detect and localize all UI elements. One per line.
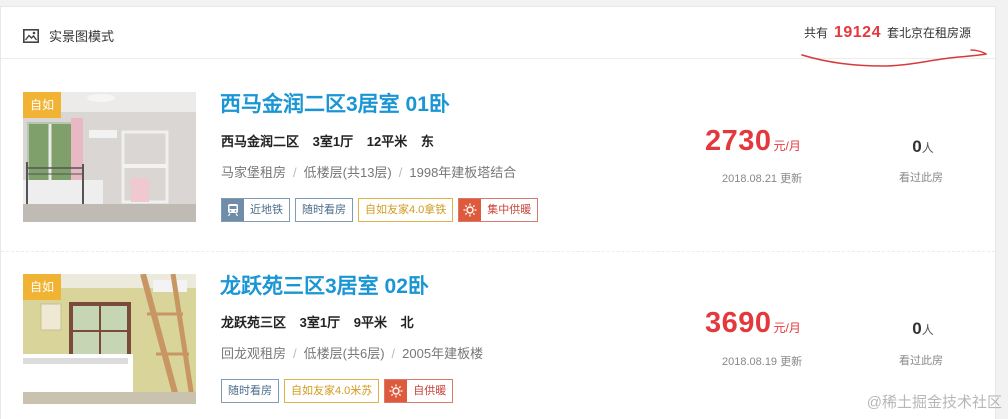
room-layout: 3室1厅 [299,315,341,330]
viewer-count: 0人 [897,137,949,157]
info-separator: / [293,165,297,180]
price-amount: 2730 [705,125,772,157]
viewer-label: 看过此房 [899,172,943,184]
sun-heating-icon [459,199,482,221]
tag-heating: 自供暖 [384,379,454,403]
info-separator: / [293,346,297,361]
district-link[interactable]: 回龙观租房 [221,346,286,361]
price-unit: 元/月 [773,139,801,153]
viewer-number: 0 [912,319,922,338]
price-unit: 元/月 [773,321,801,335]
total-suffix: 套北京在租房源 [886,26,971,40]
photo-mode-toggle[interactable]: 实景图模式 [23,26,114,45]
tag-ziroom-version: 自如友家4.0米苏 [284,379,380,403]
red-underline-annotation [801,49,987,67]
ziroom-badge: 自如 [23,92,61,118]
info-separator: / [398,165,403,180]
update-date: 2018.08.21 更新 [722,173,803,185]
viewer-number: 0 [912,137,922,156]
room-layout: 3室1厅 [312,134,354,149]
listing-panel: 实景图模式 共有 19124 套北京在租房源 自如 西马金润二区3居室 01卧 … [0,6,996,419]
ziroom-badge: 自如 [23,274,61,300]
listing-info: 马家堡租房 / 低楼层(共13层) / 1998年建板塔结合 [221,162,516,181]
district-link[interactable]: 马家堡租房 [221,165,286,180]
sun-heating-icon [385,380,408,402]
tag-near-subway: 近地铁 [221,198,290,222]
viewer-label: 看过此房 [899,355,943,367]
listing-photo[interactable]: 自如 [23,92,196,222]
info-separator: / [391,346,396,361]
rent-price: 2730 元/月 [705,125,801,158]
listing-info: 回龙观租房 / 低楼层(共6层) / 2005年建板楼 [221,343,483,362]
listing-specs: 西马金润二区 3室1厅 12平米 东 [221,131,444,150]
total-listings: 共有 19124 套北京在租房源 [804,24,971,42]
room-area: 12平米 [366,134,408,149]
tag-label: 随时看房 [228,385,272,397]
tag-view-anytime: 随时看房 [221,379,279,403]
tag-heating: 集中供暖 [458,198,539,222]
tag-view-anytime: 随时看房 [295,198,353,222]
feature-tags: 近地铁 随时看房 自如友家4.0拿铁 集中供暖 [221,198,539,222]
rent-price: 3690 元/月 [705,307,801,340]
tag-label: 自如友家4.0米苏 [291,385,373,397]
viewer-count: 0人 [897,319,949,339]
update-date: 2018.08.19 更新 [722,356,803,368]
viewer-unit: 人 [921,323,934,337]
tag-label: 近地铁 [250,204,283,216]
subway-icon [222,199,244,221]
room-orientation: 东 [420,134,434,149]
room-orientation: 北 [400,315,414,330]
tag-label: 集中供暖 [487,204,532,216]
floor-info: 低楼层(共13层) [303,165,392,180]
site-watermark: @稀土掘金技术社区 [866,394,1002,411]
tag-label: 自供暖 [413,385,447,397]
tag-label: 随时看房 [302,204,346,216]
tag-ziroom-version: 自如友家4.0拿铁 [358,198,454,222]
floor-info: 低楼层(共6层) [303,346,385,361]
tag-label: 自如友家4.0拿铁 [365,204,447,216]
viewer-unit: 人 [921,141,934,155]
community-name: 龙跃苑三区 [221,315,287,330]
listing-specs: 龙跃苑三区 3室1厅 9平米 北 [221,312,424,331]
listing-item[interactable]: 自如 龙跃苑三区3居室 02卧 龙跃苑三区 3室1厅 9平米 北 回龙观租房 / 低… [1,251,995,419]
feature-tags: 随时看房 自如友家4.0米苏 自供暖 [221,379,454,403]
total-prefix: 共有 [803,26,828,40]
listing-photo[interactable]: 自如 [23,274,196,404]
price-amount: 3690 [705,307,772,339]
photo-mode-label: 实景图模式 [49,29,115,44]
building-info: 2005年建板楼 [402,346,484,361]
listing-title[interactable]: 西马金润二区3居室 01卧 [220,88,450,118]
room-area: 9平米 [353,315,387,330]
community-name: 西马金润二区 [221,134,300,149]
listing-item[interactable]: 自如 西马金润二区3居室 01卧 西马金润二区 3室1厅 12平米 东 马家堡租… [1,73,995,250]
picture-icon [23,28,39,43]
listing-title[interactable]: 龙跃苑三区3居室 02卧 [220,270,429,300]
building-info: 1998年建板塔结合 [409,165,517,180]
total-count: 19124 [833,24,881,41]
